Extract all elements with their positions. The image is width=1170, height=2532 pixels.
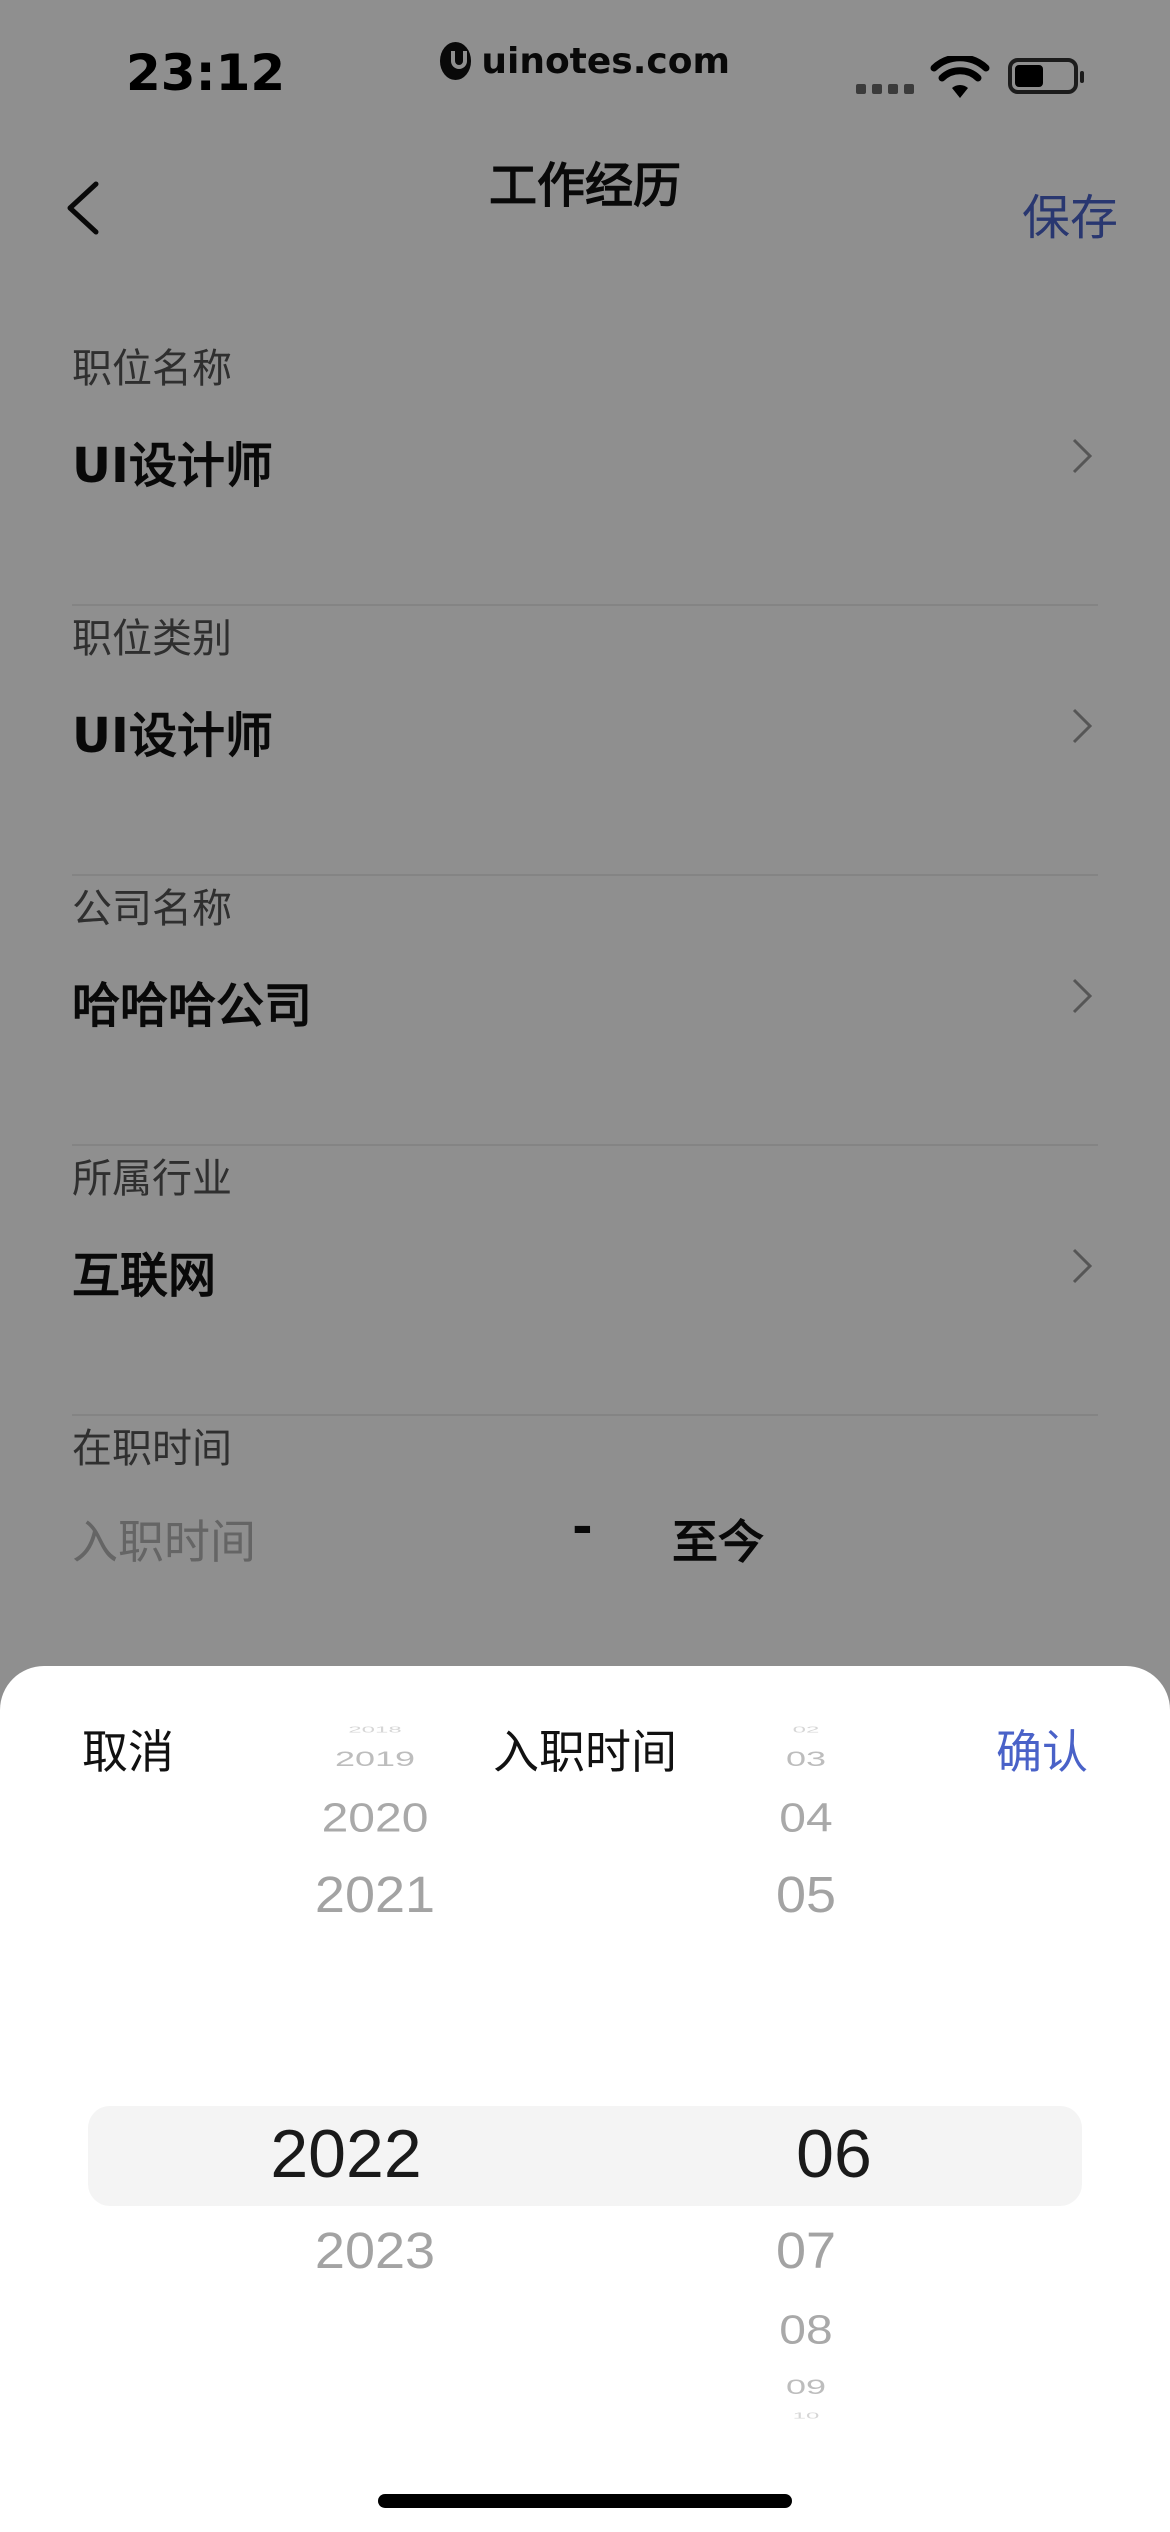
month-wheel-item[interactable]: 03 — [786, 1747, 826, 1772]
picker-selection-highlight — [88, 2106, 1082, 2206]
month-wheel-item[interactable]: 10 — [793, 2411, 820, 2421]
year-wheel-item[interactable]: 2019 — [335, 1747, 415, 1772]
month-wheel-item[interactable]: 02 — [793, 1725, 820, 1735]
month-wheel-selected-item[interactable]: 06 — [796, 2115, 872, 2193]
month-wheel-item[interactable]: 08 — [779, 2307, 832, 2354]
home-indicator — [378, 2494, 792, 2508]
month-wheel-item[interactable]: 09 — [786, 2375, 826, 2400]
confirm-button[interactable]: 确认 — [996, 1716, 1088, 1782]
sheet-title: 入职时间 — [493, 1725, 677, 1779]
year-wheel-item[interactable]: 2018 — [348, 1725, 401, 1735]
month-wheel-item[interactable]: 07 — [776, 2221, 836, 2280]
year-wheel-selected-item[interactable]: 2022 — [270, 2115, 421, 2193]
month-wheel-item[interactable]: 04 — [779, 1795, 832, 1842]
date-picker-sheet: 取消 入职时间 确认 2018 2019 2020 2021 2022 2023 02 03… — [0, 1666, 1170, 2532]
year-wheel-item[interactable]: 2020 — [322, 1795, 429, 1842]
year-wheel-item[interactable]: 2021 — [315, 1865, 435, 1924]
year-wheel-item[interactable]: 2023 — [315, 2221, 435, 2280]
month-wheel-item[interactable]: 05 — [776, 1865, 836, 1924]
